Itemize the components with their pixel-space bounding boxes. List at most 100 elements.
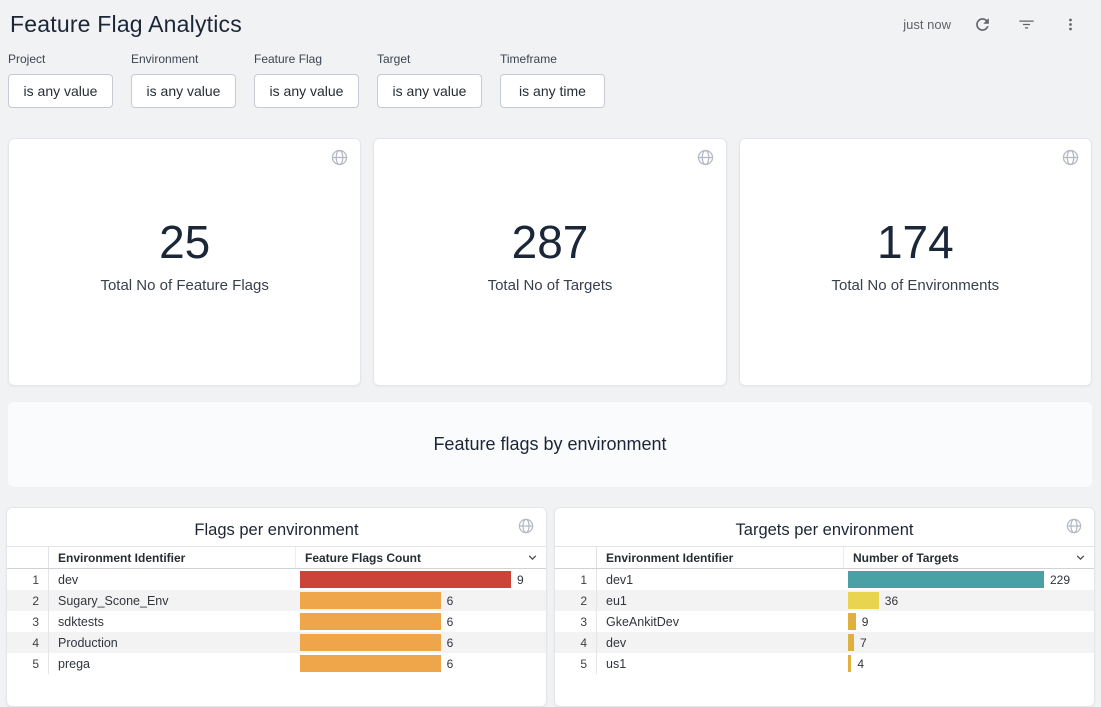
environment-name-cell: dev	[597, 636, 843, 650]
kpi-value: 287	[512, 215, 589, 269]
environment-name-cell: us1	[597, 657, 843, 671]
more-options-button[interactable]	[1053, 8, 1087, 42]
tile-title: Targets per environment	[736, 521, 914, 540]
column-header-environment-identifier[interactable]: Environment Identifier	[597, 547, 843, 568]
last-updated-status: just now	[903, 17, 951, 32]
filter-label: Target	[377, 52, 482, 66]
bar-value-label: 9	[862, 615, 869, 629]
globe-icon	[1062, 149, 1079, 166]
chevron-down-icon[interactable]	[525, 550, 540, 565]
environment-name-cell: sdktests	[49, 615, 295, 629]
section-title-tile: Feature flags by environment	[8, 402, 1092, 487]
row-number: 2	[555, 590, 597, 611]
filter-environment: Environment is any value	[131, 52, 236, 108]
bar-value-label: 6	[447, 615, 454, 629]
bar-value-label: 6	[447, 636, 454, 650]
header-actions: just now	[903, 8, 1087, 42]
row-number: 1	[7, 569, 49, 590]
page-title: Feature Flag Analytics	[10, 11, 242, 38]
tile-title: Flags per environment	[194, 521, 358, 540]
globe-icon	[331, 149, 348, 166]
kpi-value: 25	[159, 215, 210, 269]
value-bar	[300, 613, 441, 630]
targets-per-environment-tile: Targets per environment Environment Iden…	[554, 507, 1095, 707]
bar-value-label: 9	[517, 573, 524, 587]
kpi-label: Total No of Targets	[488, 277, 613, 294]
filter-feature-flag-value-button[interactable]: is any value	[254, 74, 359, 108]
table-row: 2 Sugary_Scone_Env 6	[7, 590, 546, 611]
table-body: 1 dev 9 2 Sugary_Scone_Env 6 3 sdktests	[7, 569, 546, 674]
column-header-feature-flags-count[interactable]: Feature Flags Count	[295, 547, 546, 568]
kpi-label: Total No of Feature Flags	[100, 277, 268, 294]
bar-cell: 6	[295, 653, 546, 674]
globe-icon	[518, 518, 534, 534]
table-row: 1 dev1 229	[555, 569, 1094, 590]
flags-per-environment-tile: Flags per environment Environment Identi…	[6, 507, 547, 707]
refresh-button[interactable]	[965, 8, 999, 42]
column-header-label: Feature Flags Count	[305, 551, 421, 565]
value-bar	[848, 655, 851, 672]
environment-name-cell: Production	[49, 636, 295, 650]
section-title: Feature flags by environment	[433, 434, 666, 455]
tile-title-bar: Flags per environment	[7, 508, 546, 546]
filter-feature-flag: Feature Flag is any value	[254, 52, 359, 108]
column-header-label: Number of Targets	[853, 551, 959, 565]
filter-target: Target is any value	[377, 52, 482, 108]
row-number: 5	[555, 653, 597, 674]
value-bar	[300, 592, 441, 609]
chevron-down-icon[interactable]	[1073, 550, 1088, 565]
globe-icon	[1066, 518, 1082, 534]
table-row: 5 prega 6	[7, 653, 546, 674]
environment-name-cell: dev1	[597, 573, 843, 587]
filter-bar: Project is any value Environment is any …	[0, 42, 1101, 108]
filter-timeframe: Timeframe is any time	[500, 52, 605, 108]
environment-name-cell: eu1	[597, 594, 843, 608]
filter-label: Feature Flag	[254, 52, 359, 66]
bar-cell: 6	[295, 632, 546, 653]
row-number: 4	[555, 632, 597, 653]
table-row: 4 dev 7	[555, 632, 1094, 653]
environment-name-cell: Sugary_Scone_Env	[49, 594, 295, 608]
filter-timeframe-value-button[interactable]: is any time	[500, 74, 605, 108]
table-tiles-row: Flags per environment Environment Identi…	[6, 507, 1095, 707]
kpi-label: Total No of Environments	[832, 277, 1000, 294]
bar-value-label: 6	[447, 657, 454, 671]
table-header-row: Environment Identifier Number of Targets	[555, 546, 1094, 569]
bar-value-label: 4	[857, 657, 864, 671]
bar-cell: 229	[843, 569, 1094, 590]
row-number: 5	[7, 653, 49, 674]
filter-target-value-button[interactable]: is any value	[377, 74, 482, 108]
kpi-tile-environments: 174 Total No of Environments	[739, 138, 1092, 386]
globe-icon	[697, 149, 714, 166]
dashboard-filters-button[interactable]	[1009, 8, 1043, 42]
kpi-tile-feature-flags: 25 Total No of Feature Flags	[8, 138, 361, 386]
filter-environment-value-button[interactable]: is any value	[131, 74, 236, 108]
value-bar	[848, 571, 1044, 588]
value-bar	[848, 634, 854, 651]
row-number: 3	[555, 611, 597, 632]
table-body: 1 dev1 229 2 eu1 36 3 GkeAnkitDev	[555, 569, 1094, 674]
value-bar	[300, 655, 441, 672]
filter-label: Project	[8, 52, 113, 66]
kpi-value: 174	[877, 215, 954, 269]
row-number-column-header	[7, 547, 49, 568]
table-row: 3 sdktests 6	[7, 611, 546, 632]
filter-project-value-button[interactable]: is any value	[8, 74, 113, 108]
bar-value-label: 36	[885, 594, 898, 608]
table-row: 3 GkeAnkitDev 9	[555, 611, 1094, 632]
row-number: 4	[7, 632, 49, 653]
column-header-number-of-targets[interactable]: Number of Targets	[843, 547, 1094, 568]
row-number: 1	[555, 569, 597, 590]
kpi-tile-targets: 287 Total No of Targets	[373, 138, 726, 386]
tile-title-bar: Targets per environment	[555, 508, 1094, 546]
column-header-environment-identifier[interactable]: Environment Identifier	[49, 547, 295, 568]
filter-label: Timeframe	[500, 52, 605, 66]
value-bar	[300, 571, 511, 588]
row-number: 2	[7, 590, 49, 611]
table-row: 4 Production 6	[7, 632, 546, 653]
refresh-icon	[973, 15, 992, 34]
row-number: 3	[7, 611, 49, 632]
bar-cell: 36	[843, 590, 1094, 611]
bar-cell: 6	[295, 611, 546, 632]
bar-value-label: 7	[860, 636, 867, 650]
